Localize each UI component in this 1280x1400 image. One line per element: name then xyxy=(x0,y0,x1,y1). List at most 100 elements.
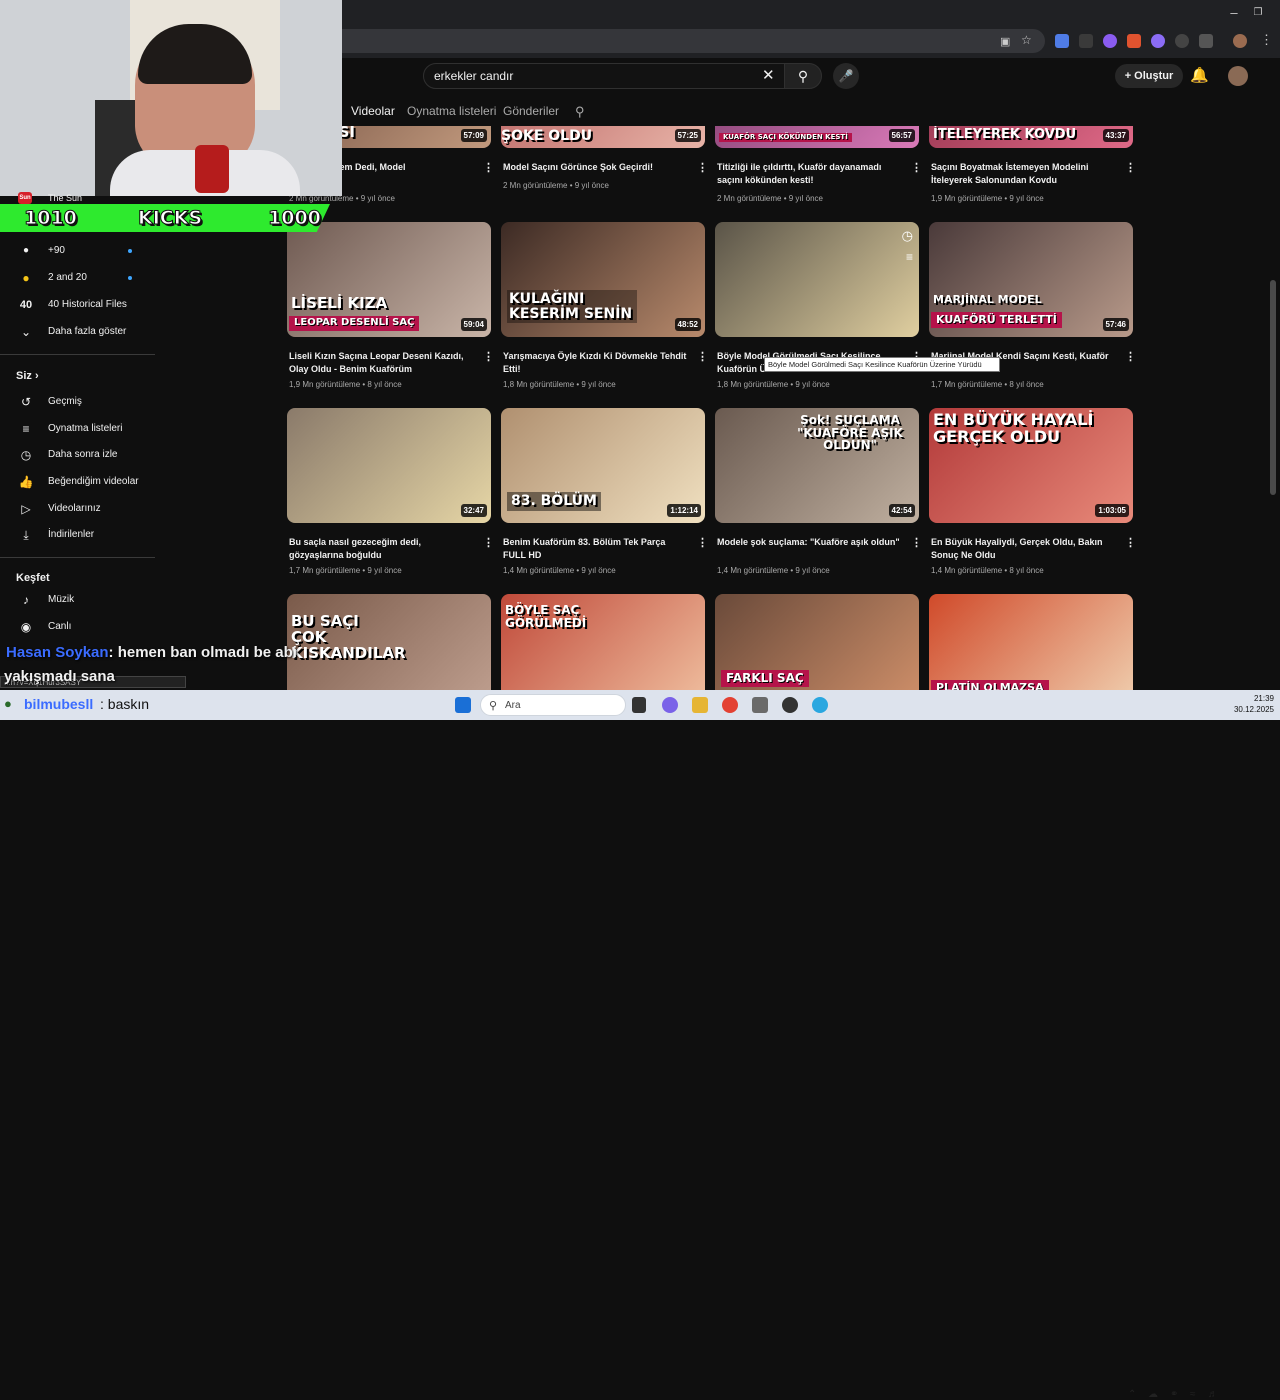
page-scrollbar[interactable] xyxy=(1270,280,1276,495)
file-explorer-icon[interactable] xyxy=(692,697,708,713)
voice-search-button[interactable]: 🎤 xyxy=(833,63,859,89)
more-options-icon[interactable]: ⋮ xyxy=(483,536,494,549)
video-title[interactable]: Bu saçla nasıl gezeceğim dedi, gözyaşlar… xyxy=(289,536,474,562)
telegram-icon[interactable] xyxy=(812,697,828,713)
video-thumbnail[interactable]: PLATİN OLMAZSA xyxy=(929,594,1133,690)
video-age: 8 yıl önce xyxy=(1009,380,1044,389)
search-button[interactable]: ⚲ xyxy=(784,63,822,89)
video-thumbnail[interactable]: ŞOKE OLDU 57:25 xyxy=(501,126,705,148)
sidebar-item-liked-videos[interactable]: 👍 Beğendiğim videolar xyxy=(0,469,155,495)
snipping-tool-icon[interactable] xyxy=(752,697,768,713)
sidebar-item-plus90[interactable]: ● +90 xyxy=(0,238,155,264)
more-options-icon[interactable]: ⋮ xyxy=(1125,536,1136,549)
cloud-icon[interactable]: ☁ xyxy=(1148,1389,1158,1400)
more-options-icon[interactable]: ⋮ xyxy=(483,161,494,174)
video-title[interactable]: Model Saçını Görünce Şok Geçirdi! xyxy=(503,161,688,174)
obs-icon[interactable] xyxy=(782,697,798,713)
video-title[interactable]: Modele şok suçlama: "Kuaföre aşık oldun" xyxy=(717,536,902,549)
video-thumbnail[interactable]: Şok! SUÇLAMA "KUAFÖRE AŞIK OLDUN" 42:54 xyxy=(715,408,919,523)
thumbnail-text: BÖYLE SAÇ GÖRÜLMEDİ xyxy=(505,603,587,630)
sidebar-item-your-videos[interactable]: ▷ Videolarınız xyxy=(0,496,155,522)
avatar[interactable] xyxy=(1228,66,1248,86)
video-thumbnail[interactable]: KULAĞINI KESERİM SENİN 48:52 xyxy=(501,222,705,337)
sidebar-item-live[interactable]: ◉ Canlı xyxy=(0,614,155,640)
sidebar-item-2-and-20[interactable]: ● 2 and 20 xyxy=(0,265,155,291)
create-button[interactable]: + Oluştur xyxy=(1115,64,1183,88)
channel-search-icon[interactable]: ⚲ xyxy=(575,104,585,120)
thumbnail-text: KUAFÖR SAÇI KÖKÜNDEN KESTİ xyxy=(719,133,852,143)
sidebar-item-40-historical-files[interactable]: 40 40 Historical Files xyxy=(0,292,155,318)
sidebar-item-downloads[interactable]: ⤓ İndirilenler xyxy=(0,522,155,548)
microphone-tray-icon[interactable]: ⚭ xyxy=(1170,1389,1178,1400)
tray-chevron-icon[interactable]: ⌃ xyxy=(1128,1389,1136,1400)
volume-icon[interactable]: ♬ xyxy=(1208,1389,1218,1400)
you-section-header[interactable]: Siz › xyxy=(16,370,39,382)
video-thumbnail[interactable]: EN BÜYÜK HAYALİ GERÇEK OLDU 1:03:05 xyxy=(929,408,1133,523)
taskbar-search[interactable]: ⚲ Ara xyxy=(480,694,626,716)
video-thumbnail[interactable]: MARJİNAL MODEL KUAFÖRÜ TERLETTİ 57:46 xyxy=(929,222,1133,337)
extensions-puzzle-icon[interactable] xyxy=(1199,34,1213,48)
show-more-button[interactable]: ⌄ Daha fazla göster xyxy=(0,319,155,345)
more-options-icon[interactable]: ⋮ xyxy=(911,161,922,174)
video-thumbnail[interactable]: 32:47 xyxy=(287,408,491,523)
extension-shield-icon[interactable] xyxy=(1103,34,1117,48)
more-options-icon[interactable]: ⋮ xyxy=(697,536,708,549)
extension-cloud-icon[interactable] xyxy=(1151,34,1165,48)
video-thumbnail[interactable]: ◷ ≡ xyxy=(715,222,919,337)
video-title[interactable]: Saçını Boyatmak İstemeyen Modelini İtele… xyxy=(931,161,1116,187)
windows-start-icon[interactable] xyxy=(455,697,471,713)
more-options-icon[interactable]: ⋮ xyxy=(911,536,922,549)
search-input[interactable]: erkekler candır xyxy=(423,63,785,89)
video-thumbnail[interactable]: FARKLI SAÇ xyxy=(715,594,919,690)
thumbnail-subtext: LEOPAR DESENLİ SAÇ xyxy=(289,316,420,331)
clear-search-icon[interactable]: ✕ xyxy=(762,66,775,84)
more-options-icon[interactable]: ⋮ xyxy=(1125,350,1136,363)
install-icon[interactable]: ▣ xyxy=(1000,35,1010,48)
extension-150-icon[interactable] xyxy=(1079,34,1093,48)
restore-icon[interactable]: ❐ xyxy=(1246,7,1270,18)
task-view-icon[interactable] xyxy=(632,697,646,713)
sidebar-item-label: +90 xyxy=(48,245,65,256)
video-title[interactable]: Yarışmacıya Öyle Kızdı Ki Dövmekle Tehdi… xyxy=(503,350,688,376)
tab-videos[interactable]: Videolar xyxy=(351,104,395,118)
wifi-icon[interactable]: ≈ xyxy=(1190,1389,1196,1400)
sidebar-item-watch-later[interactable]: ◷ Daha sonra izle xyxy=(0,442,155,468)
add-to-queue-icon[interactable]: ≡ xyxy=(906,250,913,264)
extension-icon[interactable] xyxy=(1055,34,1069,48)
extension-fox-icon[interactable] xyxy=(1127,34,1141,48)
more-options-icon[interactable]: ⋮ xyxy=(1125,161,1136,174)
video-thumbnail[interactable]: 83. BÖLÜM 1:12:14 xyxy=(501,408,705,523)
tab-posts[interactable]: Gönderiler xyxy=(503,104,559,118)
video-thumbnail[interactable]: BU SAÇI ÇOK KISKANDILAR xyxy=(287,594,491,690)
sidebar-item-history[interactable]: ↺ Geçmiş xyxy=(0,389,155,415)
plus90-logo-icon: ● xyxy=(22,245,30,256)
extension-d-icon[interactable] xyxy=(1175,34,1189,48)
video-thumbnail[interactable]: LİSELİ KIZA LEOPAR DESENLİ SAÇ 59:04 xyxy=(287,222,491,337)
more-options-icon[interactable]: ⋮ xyxy=(483,350,494,363)
tab-playlists[interactable]: Oynatma listeleri xyxy=(407,104,496,118)
copilot-icon[interactable] xyxy=(662,697,678,713)
sidebar-item-label: Oynatma listeleri xyxy=(48,423,123,434)
bookmark-star-icon[interactable]: ☆ xyxy=(1021,33,1032,47)
browser-menu-icon[interactable]: ⋮ xyxy=(1260,32,1273,48)
search-value: erkekler candır xyxy=(434,69,514,83)
taskbar-clock[interactable]: 21:39 30.12.2025 xyxy=(1222,693,1274,715)
profile-icon[interactable] xyxy=(1233,34,1247,48)
video-title[interactable]: Benim Kuaförüm 83. Bölüm Tek Parça FULL … xyxy=(503,536,688,562)
notifications-icon[interactable]: 🔔 xyxy=(1190,66,1209,84)
video-title[interactable]: Liseli Kızın Saçına Leopar Deseni Kazıdı… xyxy=(289,350,474,376)
watch-later-icon[interactable]: ◷ xyxy=(902,228,913,244)
video-title[interactable]: Titizliği ile çıldırttı, Kuaför dayanama… xyxy=(717,161,902,187)
address-bar[interactable] xyxy=(330,29,1045,53)
sidebar-item-music[interactable]: ♪ Müzik xyxy=(0,587,155,613)
video-thumbnail[interactable]: KUAFÖR SAÇI KÖKÜNDEN KESTİ 56:57 xyxy=(715,126,919,148)
sidebar-item-the-sun[interactable]: Sun The Sun xyxy=(0,192,140,206)
more-options-icon[interactable]: ⋮ xyxy=(697,350,708,363)
chrome-icon[interactable] xyxy=(722,697,738,713)
sidebar-item-playlists[interactable]: ≡ Oynatma listeleri xyxy=(0,416,155,442)
video-thumbnail[interactable]: BÖYLE SAÇ GÖRÜLMEDİ xyxy=(501,594,705,690)
video-title[interactable]: En Büyük Hayaliydi, Gerçek Oldu, Bakın S… xyxy=(931,536,1116,562)
minimize-icon[interactable]: – xyxy=(1222,5,1246,20)
video-thumbnail[interactable]: İTELEYEREK KOVDU 43:37 xyxy=(929,126,1133,148)
more-options-icon[interactable]: ⋮ xyxy=(697,161,708,174)
